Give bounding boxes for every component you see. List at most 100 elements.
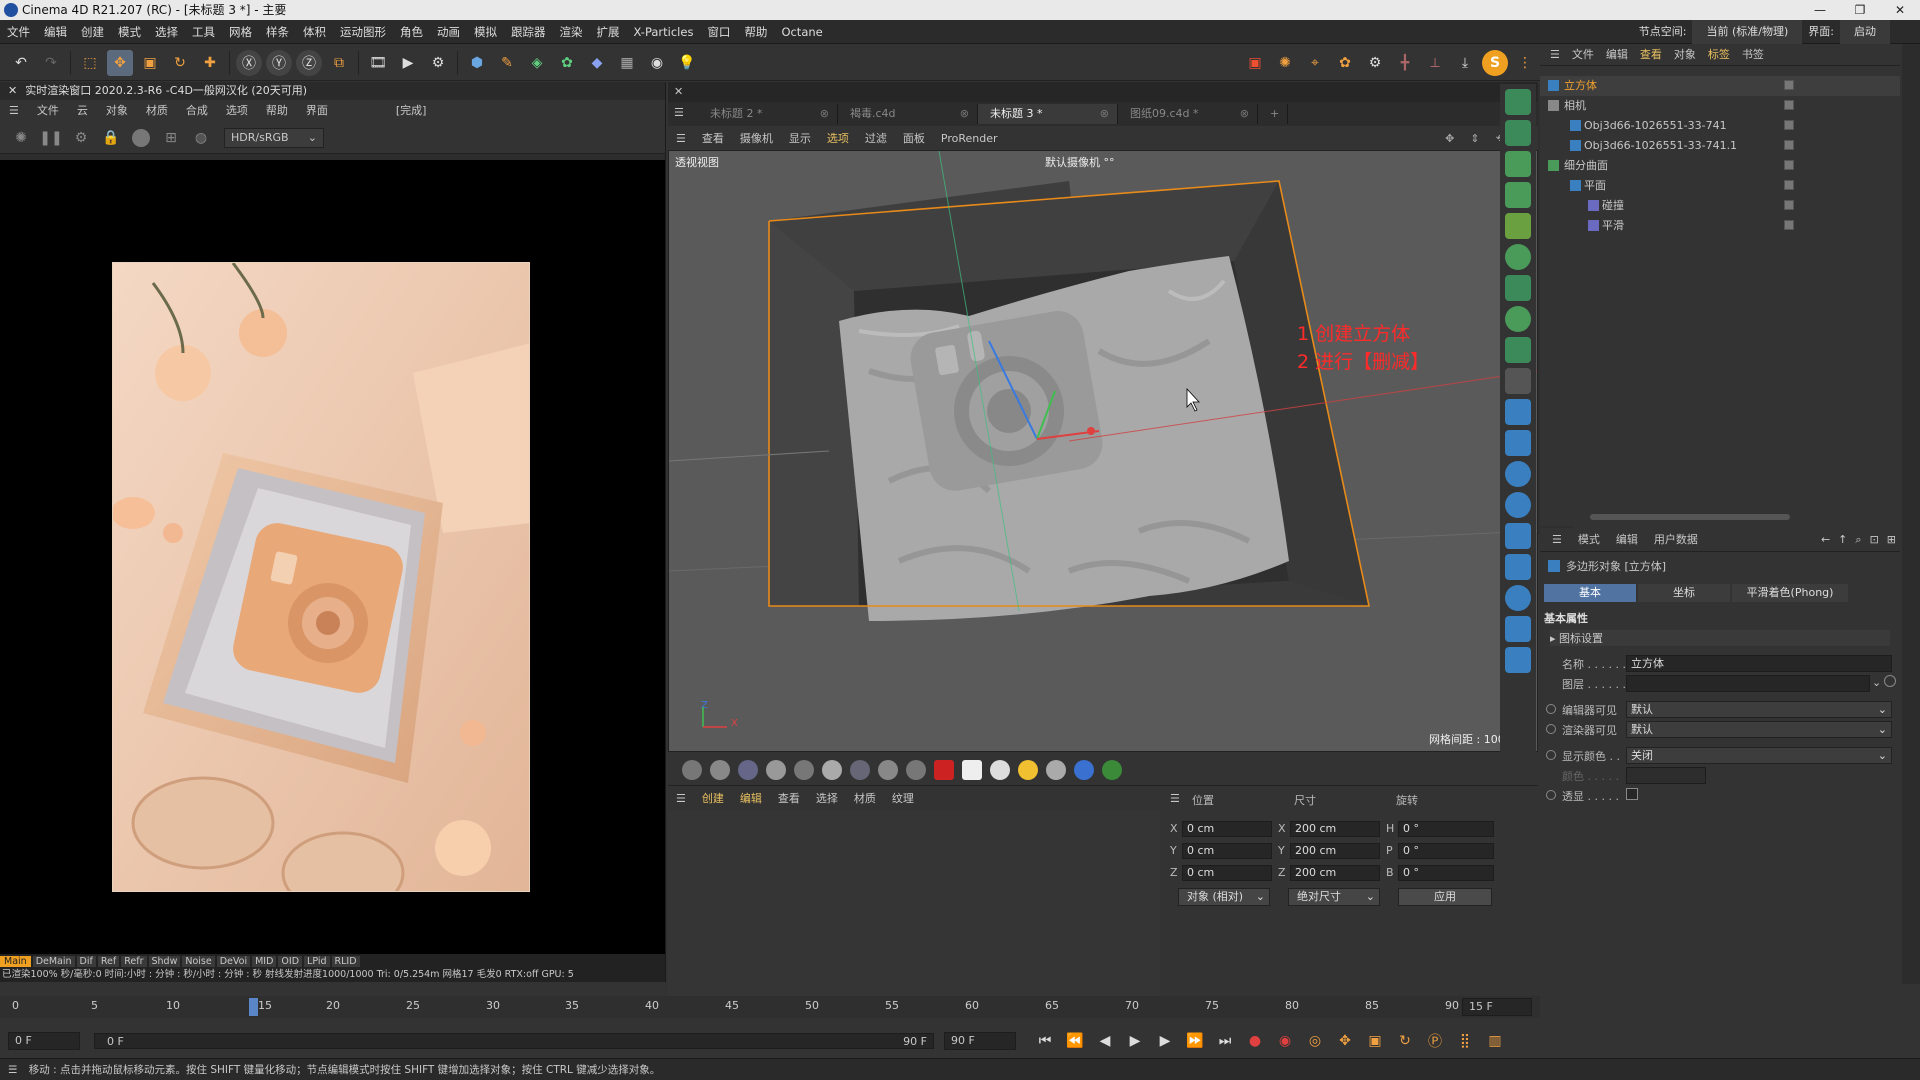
hamburger-icon[interactable]: ☰ bbox=[668, 128, 694, 150]
y-axis-lock-icon[interactable]: Ⓨ bbox=[266, 49, 292, 76]
icon-settings-toggle[interactable]: ▸ 图标设置 bbox=[1550, 630, 1890, 646]
doc-tab-drawing09[interactable]: 图纸09.c4d * ⊗ bbox=[1118, 104, 1258, 124]
cube-icon[interactable]: ⬢ bbox=[464, 50, 490, 76]
tube-primitive-icon[interactable] bbox=[1505, 647, 1531, 673]
tab-coord[interactable]: 坐标 bbox=[1638, 584, 1730, 602]
mm-menu-edit[interactable]: 编辑 bbox=[732, 788, 770, 810]
hamburger-icon[interactable]: ☰ bbox=[1544, 44, 1566, 66]
cone-primitive-icon[interactable] bbox=[1505, 554, 1531, 580]
hamburger-icon[interactable]: ☰ bbox=[0, 1064, 25, 1076]
pos-y-field[interactable]: 0 cm bbox=[1182, 843, 1272, 859]
material-ball-7-icon[interactable] bbox=[850, 759, 870, 780]
menu-mode[interactable]: 模式 bbox=[111, 20, 148, 44]
layer-dropdown-arrow-icon[interactable]: ⌄ bbox=[1872, 676, 1881, 689]
keyframe-selection-icon[interactable]: ◎ bbox=[1302, 1028, 1328, 1054]
channel-tab-main[interactable]: Main bbox=[0, 955, 31, 967]
hamburger-icon[interactable]: ☰ bbox=[0, 100, 28, 122]
hamburger-icon[interactable]: ☰ bbox=[1544, 528, 1570, 552]
boole-icon[interactable] bbox=[1505, 244, 1531, 270]
material-ball-6-icon[interactable] bbox=[822, 759, 842, 780]
display-color-dropdown[interactable]: 关闭 ⌄ bbox=[1626, 747, 1892, 764]
end-frame-field[interactable]: 90 F bbox=[944, 1032, 1016, 1050]
tab-phong[interactable]: 平滑着色(Phong) bbox=[1732, 584, 1848, 602]
material-ball-8-icon[interactable] bbox=[878, 759, 898, 780]
record-keys-icon[interactable]: ● bbox=[1242, 1028, 1268, 1054]
vp-menu-prorender[interactable]: ProRender bbox=[933, 128, 1006, 150]
lv-menu-compose[interactable]: 合成 bbox=[177, 100, 217, 122]
om-menu-edit[interactable]: 编辑 bbox=[1600, 44, 1634, 66]
layer-field[interactable] bbox=[1626, 675, 1870, 692]
download-icon[interactable]: ⤓ bbox=[1452, 50, 1478, 76]
sweep-icon[interactable] bbox=[1505, 182, 1531, 208]
om-menu-file[interactable]: 文件 bbox=[1566, 44, 1600, 66]
connect-icon[interactable] bbox=[1505, 337, 1531, 363]
size-y-field[interactable]: 200 cm bbox=[1290, 843, 1380, 859]
menu-create[interactable]: 创建 bbox=[74, 20, 111, 44]
render-visible-dropdown[interactable]: 默认 ⌄ bbox=[1626, 721, 1892, 738]
lock-icon[interactable]: 🔒 bbox=[98, 125, 124, 151]
play-icon[interactable]: ▶ bbox=[1122, 1028, 1148, 1054]
current-frame-field[interactable]: 15 F bbox=[1462, 998, 1532, 1016]
snap-icon[interactable]: ✺ bbox=[1272, 50, 1298, 76]
hamburger-icon[interactable]: ☰ bbox=[674, 106, 684, 119]
xray-checkbox[interactable] bbox=[1626, 788, 1638, 800]
om-menu-bookmarks[interactable]: 书签 bbox=[1736, 44, 1770, 66]
object-row-plane[interactable]: 平面 bbox=[1540, 176, 1900, 196]
plane-primitive-icon[interactable] bbox=[1505, 523, 1531, 549]
size-mode-dropdown[interactable]: 绝对尺寸 ⌄ bbox=[1288, 888, 1380, 906]
next-frame-icon[interactable]: ▶ bbox=[1152, 1028, 1178, 1054]
layout-dropdown[interactable]: 启动 bbox=[1840, 20, 1890, 44]
editor-visible-dropdown[interactable]: 默认 ⌄ bbox=[1626, 701, 1892, 718]
previous-frame-icon[interactable]: ◀ bbox=[1092, 1028, 1118, 1054]
menu-octane[interactable]: Octane bbox=[774, 20, 829, 44]
octane-camera-icon[interactable] bbox=[934, 759, 954, 780]
z-axis-lock-icon[interactable]: Ⓩ bbox=[296, 49, 322, 76]
doc-tab-untitled2[interactable]: 未标题 2 * ⊗ bbox=[698, 104, 838, 124]
go-to-start-icon[interactable]: ⏮ bbox=[1032, 1028, 1058, 1054]
octane-daylight-icon[interactable] bbox=[1046, 759, 1066, 780]
rot-h-field[interactable]: 0 ° bbox=[1398, 821, 1494, 837]
key-scale-icon[interactable]: ▣ bbox=[1362, 1028, 1388, 1054]
octane-sun-icon[interactable] bbox=[1018, 759, 1038, 780]
lv-menu-cloud[interactable]: 云 bbox=[68, 100, 97, 122]
perspective-viewport[interactable]: 透视视图 默认摄像机 °° 1 创建立方体 2 进行【删减】 网格间距 : 10… bbox=[668, 150, 1538, 752]
doc-tab-c4d[interactable]: 褐毒.c4d ⊗ bbox=[838, 104, 978, 124]
object-row-obj741[interactable]: Obj3d66-1026551-33-741 bbox=[1540, 116, 1900, 136]
channel-tab-rlid[interactable]: RLID bbox=[331, 955, 360, 967]
pen-icon[interactable]: ✎ bbox=[494, 50, 520, 76]
cloner-icon[interactable]: ✿ bbox=[554, 50, 580, 76]
auto-key-icon[interactable]: ◉ bbox=[1272, 1028, 1298, 1054]
visibility-toggle[interactable] bbox=[1784, 160, 1794, 170]
close-button[interactable]: ✕ bbox=[1880, 0, 1920, 20]
lv-menu-material[interactable]: 材质 bbox=[137, 100, 177, 122]
move-tool-icon[interactable]: ✥ bbox=[107, 49, 133, 76]
octane-render-icon[interactable]: ▣ bbox=[1242, 50, 1268, 76]
material-ball-9-icon[interactable] bbox=[906, 759, 926, 780]
tab-basic[interactable]: 基本 bbox=[1544, 584, 1636, 602]
timeline-ruler[interactable]: 0 5 10 15 20 25 30 35 40 45 50 55 60 65 … bbox=[0, 996, 1540, 1018]
visibility-toggle[interactable] bbox=[1784, 100, 1794, 110]
instance-icon[interactable] bbox=[1505, 275, 1531, 301]
x-axis-lock-icon[interactable]: Ⓧ bbox=[236, 49, 262, 76]
sphere-primitive-icon[interactable] bbox=[1505, 461, 1531, 487]
pos-x-field[interactable]: 0 cm bbox=[1182, 821, 1272, 837]
vp-menu-filter[interactable]: 过滤 bbox=[857, 128, 895, 150]
render-settings-icon[interactable]: ⚙ bbox=[425, 50, 451, 76]
menu-xparticles[interactable]: X-Particles bbox=[627, 20, 701, 44]
node-space-dropdown[interactable]: 当前 (标准/物理) bbox=[1692, 20, 1803, 44]
cube-primitive-icon[interactable] bbox=[1505, 399, 1531, 425]
material-ball-3-icon[interactable] bbox=[738, 759, 758, 780]
menu-spline[interactable]: 样条 bbox=[259, 20, 296, 44]
om-horizontal-scrollbar[interactable] bbox=[1590, 514, 1790, 520]
scale-tool-icon[interactable]: ▣ bbox=[137, 50, 163, 76]
back-arrow-icon[interactable]: ← bbox=[1817, 528, 1834, 552]
timeline-playhead[interactable] bbox=[249, 998, 259, 1016]
channel-tab-refr[interactable]: Refr bbox=[121, 955, 147, 967]
loft-icon[interactable] bbox=[1505, 213, 1531, 239]
menu-help[interactable]: 帮助 bbox=[737, 20, 774, 44]
menu-extensions[interactable]: 扩展 bbox=[590, 20, 627, 44]
gear-icon[interactable]: ⚙ bbox=[1362, 50, 1388, 76]
mm-menu-create[interactable]: 创建 bbox=[694, 788, 732, 810]
rot-p-field[interactable]: 0 ° bbox=[1398, 843, 1494, 859]
octane-sky-icon[interactable] bbox=[990, 759, 1010, 780]
